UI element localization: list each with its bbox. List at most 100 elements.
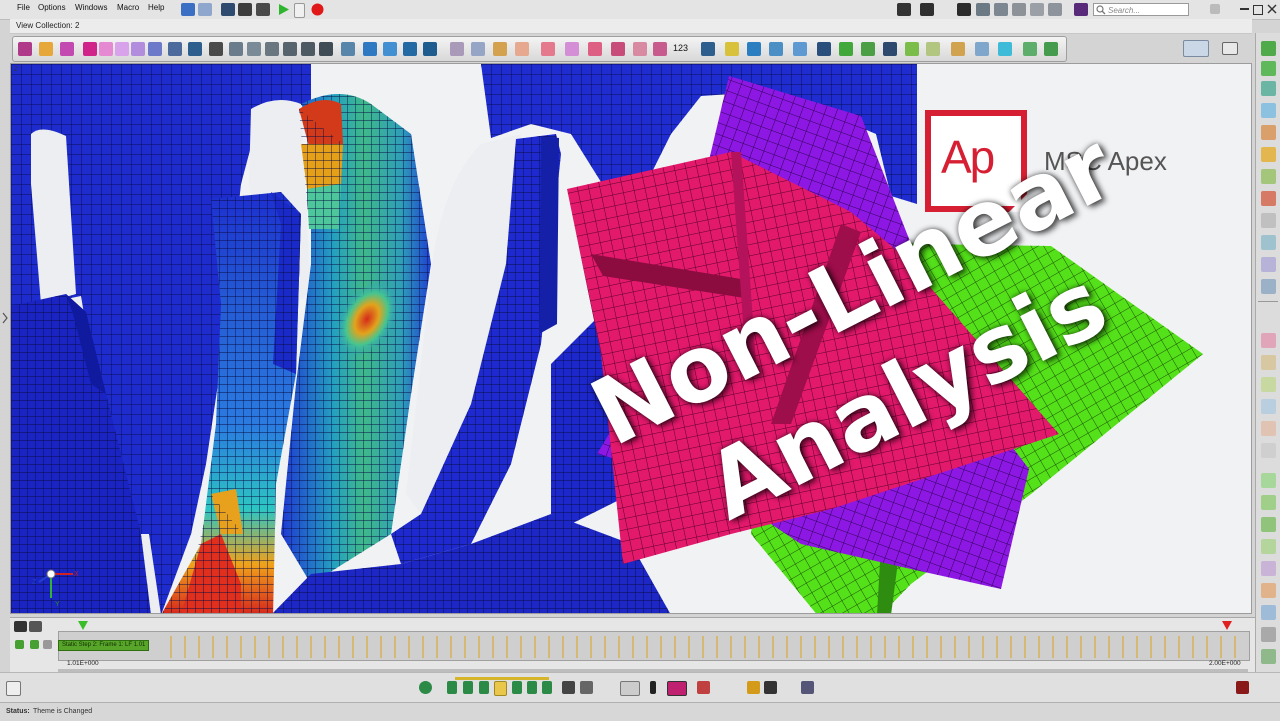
side-tool-9-icon[interactable]: [1261, 213, 1276, 228]
side-tool-10-icon[interactable]: [1261, 235, 1276, 250]
video-icon[interactable]: [897, 3, 911, 16]
side-tool-11-icon[interactable]: [1261, 257, 1276, 272]
exit-icon[interactable]: [1236, 681, 1249, 694]
stitch-tool-icon[interactable]: [588, 42, 602, 56]
partition-tool-icon[interactable]: [515, 42, 529, 56]
undo-icon[interactable]: [181, 3, 195, 16]
offset-tool-icon[interactable]: [363, 42, 377, 56]
side-tool-17-icon[interactable]: [1261, 421, 1276, 436]
scenario-tool-icon[interactable]: [839, 42, 853, 56]
side-tool-16-icon[interactable]: [1261, 399, 1276, 414]
face-tool-icon[interactable]: [115, 42, 129, 56]
step-back-icon[interactable]: [479, 681, 489, 694]
cube-tool-icon[interactable]: [83, 42, 97, 56]
vertex-tool-icon[interactable]: [148, 42, 162, 56]
repair-tool-icon[interactable]: [541, 42, 555, 56]
edit-icon[interactable]: [747, 681, 760, 694]
edge-tool-icon[interactable]: [131, 42, 145, 56]
animation-refresh-icon[interactable]: [419, 681, 432, 694]
cone-tool-icon[interactable]: [319, 42, 333, 56]
last-frame-icon[interactable]: [542, 681, 552, 694]
section-icon[interactable]: [1048, 3, 1062, 16]
glue-tool-icon[interactable]: [633, 42, 647, 56]
timeline-prev-icon[interactable]: [15, 640, 24, 649]
menu-help[interactable]: Help: [148, 3, 164, 12]
save-icon[interactable]: [256, 3, 270, 16]
body-tool-icon[interactable]: [99, 42, 113, 56]
paint-icon[interactable]: [1074, 3, 1088, 16]
chamfer-tool-icon[interactable]: [423, 42, 437, 56]
view-collection-tab[interactable]: View Collection: 2: [16, 21, 79, 30]
legend-icon[interactable]: [650, 681, 656, 694]
geometry-tool-icon[interactable]: [18, 42, 32, 56]
results-tool-icon[interactable]: [861, 42, 875, 56]
timeline-end-marker[interactable]: [1222, 621, 1232, 631]
menu-windows[interactable]: Windows: [75, 3, 107, 12]
help-icon[interactable]: [1210, 4, 1220, 14]
zoom-icon[interactable]: [976, 3, 990, 16]
redo-icon[interactable]: [198, 3, 212, 16]
record-icon[interactable]: [310, 2, 325, 17]
side-tool-25-icon[interactable]: [1261, 605, 1276, 620]
contour-icon[interactable]: [697, 681, 710, 694]
timeline-mode-icon[interactable]: [14, 621, 27, 632]
side-tool-13-icon[interactable]: [1261, 333, 1276, 348]
target-tool-icon[interactable]: [998, 42, 1012, 56]
mesh-tool-icon[interactable]: [168, 42, 182, 56]
side-tool-4-icon[interactable]: [1261, 103, 1276, 118]
side-tool-18-icon[interactable]: [1261, 443, 1276, 458]
deformation-select[interactable]: [620, 681, 640, 696]
side-tool-20-icon[interactable]: [1261, 495, 1276, 510]
side-tool-5-icon[interactable]: [1261, 125, 1276, 140]
menu-file[interactable]: File: [17, 3, 30, 12]
panel-toggle-icon[interactable]: [1222, 42, 1238, 55]
timeline-track[interactable]: [58, 631, 1250, 661]
study-tool-icon[interactable]: [883, 42, 897, 56]
side-tool-27-icon[interactable]: [1261, 649, 1276, 664]
current-step-label[interactable]: Static Step 2: Frame 1: LF 1.01: [58, 640, 150, 651]
timeline-options-icon[interactable]: [43, 640, 52, 649]
probe-tool-icon[interactable]: [951, 42, 965, 56]
side-tool-6-icon[interactable]: [1261, 147, 1276, 162]
run-icon[interactable]: [278, 3, 290, 16]
screenshot-icon[interactable]: [238, 3, 252, 16]
maximize-icon[interactable]: [1253, 5, 1263, 15]
fillet-tool-icon[interactable]: [403, 42, 417, 56]
mirror-tool-icon[interactable]: [471, 42, 485, 56]
snap-tool-icon[interactable]: [975, 42, 989, 56]
material-tool-icon[interactable]: [701, 42, 715, 56]
solid-tool-icon[interactable]: [39, 42, 53, 56]
fit-icon[interactable]: [994, 3, 1008, 16]
line-tool-icon[interactable]: [247, 42, 261, 56]
side-tool-23-icon[interactable]: [1261, 561, 1276, 576]
node-tool-icon[interactable]: [209, 42, 223, 56]
clip-icon[interactable]: [1030, 3, 1044, 16]
number-tool-label[interactable]: 123: [673, 43, 688, 53]
left-panel-expand-icon[interactable]: [1, 312, 9, 324]
menu-macro[interactable]: Macro: [117, 3, 139, 12]
delete-tool-icon[interactable]: [653, 42, 667, 56]
point-tool-icon[interactable]: [229, 42, 243, 56]
contact-tool-icon[interactable]: [793, 42, 807, 56]
menu-options[interactable]: Options: [38, 3, 66, 12]
spline-tool-icon[interactable]: [283, 42, 297, 56]
first-frame-icon[interactable]: [447, 681, 457, 694]
load-tool-icon[interactable]: [769, 42, 783, 56]
property-tool-icon[interactable]: [725, 42, 739, 56]
curve-tool-icon[interactable]: [265, 42, 279, 56]
pattern-tool-icon[interactable]: [493, 42, 507, 56]
transform-tool-icon[interactable]: [450, 42, 464, 56]
split-tool-icon[interactable]: [341, 42, 355, 56]
animation-settings-icon[interactable]: [562, 681, 575, 694]
rewind-icon[interactable]: [463, 681, 473, 694]
timeline-frames-icon[interactable]: [29, 621, 42, 632]
side-tool-19-icon[interactable]: [1261, 473, 1276, 488]
view-cube-icon[interactable]: [1044, 42, 1058, 56]
play-icon[interactable]: [512, 681, 522, 694]
analysis-tool-icon[interactable]: [817, 42, 831, 56]
seed-tool-icon[interactable]: [188, 42, 202, 56]
close-icon[interactable]: [1267, 4, 1277, 14]
window-icon[interactable]: [957, 3, 971, 16]
run-dropdown[interactable]: [294, 3, 305, 18]
side-tool-8-icon[interactable]: [1261, 191, 1276, 206]
